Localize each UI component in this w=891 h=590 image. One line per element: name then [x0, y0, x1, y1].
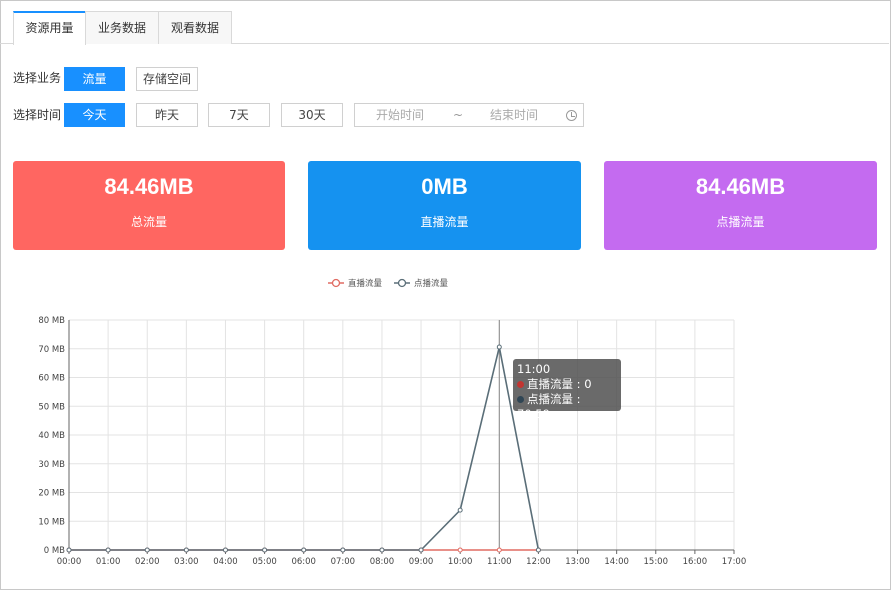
y-tick-label: 40 MB: [38, 431, 65, 441]
start-time-input[interactable]: 开始时间: [376, 104, 424, 126]
data-point: [496, 344, 502, 350]
x-tick-label: 01:00: [96, 557, 121, 567]
y-tick-label: 30 MB: [38, 460, 65, 470]
service-traffic-button[interactable]: 流量: [64, 67, 125, 91]
chart-tooltip: 11:00 直播流量 : 0 点播流量 : 70.59: [513, 359, 621, 421]
data-point: [301, 547, 307, 553]
y-tick-label: 70 MB: [38, 345, 65, 355]
data-point: [66, 547, 72, 553]
time-label: 选择时间: [13, 108, 62, 122]
x-tick-label: 00:00: [57, 557, 82, 567]
x-tick-label: 09:00: [409, 557, 434, 567]
tab-viewing-data[interactable]: 观看数据: [158, 11, 232, 44]
tooltip-row-vod: 点播流量 : 70.59: [517, 392, 581, 421]
x-tick-label: 02:00: [135, 557, 160, 567]
data-point: [535, 547, 541, 553]
legend-marker: [331, 278, 341, 288]
live-traffic-card: 0MB 直播流量: [308, 161, 581, 250]
service-label: 选择业务: [13, 71, 62, 85]
x-tick-label: 17:00: [722, 557, 747, 567]
data-point: [340, 547, 346, 553]
tooltip-live-value: 0: [584, 377, 592, 391]
x-tick-label: 11:00: [487, 557, 512, 567]
date-range-picker[interactable]: 开始时间 ~ 结束时间: [354, 103, 584, 127]
range-separator: ~: [453, 108, 464, 122]
y-tick-label: 20 MB: [38, 489, 65, 499]
data-point: [183, 547, 189, 553]
tooltip-title: 11:00: [517, 362, 551, 376]
total-traffic-value: 84.46MB: [104, 174, 194, 199]
y-tick-label: 80 MB: [38, 316, 65, 326]
time-7days-button[interactable]: 7天: [208, 103, 270, 127]
x-tick-label: 04:00: [213, 557, 238, 567]
data-point: [105, 547, 111, 553]
x-tick-label: 06:00: [291, 557, 316, 567]
total-traffic-card: 84.46MB 总流量: [13, 161, 285, 250]
vod-traffic-label: 点播流量: [716, 215, 765, 229]
data-point: [457, 507, 463, 513]
time-yesterday-button[interactable]: 昨天: [136, 103, 198, 127]
time-30days-button[interactable]: 30天: [281, 103, 343, 127]
legend-marker: [397, 278, 407, 288]
tooltip-vod-value: 70.59: [517, 407, 550, 421]
tab-bar: 资源用量 业务数据 观看数据: [0, 11, 889, 45]
data-point: [262, 547, 268, 553]
vod-traffic-card: 84.46MB 点播流量: [604, 161, 877, 250]
tooltip-dot-live: [517, 381, 524, 388]
data-point: [379, 547, 385, 553]
live-traffic-label: 直播流量: [420, 215, 469, 229]
end-time-input[interactable]: 结束时间: [490, 104, 538, 126]
x-tick-label: 16:00: [683, 557, 708, 567]
y-tick-label: 0 MB: [44, 546, 65, 556]
x-tick-label: 08:00: [370, 557, 395, 567]
x-tick-label: 15:00: [644, 557, 669, 567]
data-point: [457, 547, 463, 553]
data-point: [418, 547, 424, 553]
tab-business-data[interactable]: 业务数据: [85, 11, 159, 44]
x-tick-label: 03:00: [174, 557, 199, 567]
vod-traffic-value: 84.46MB: [695, 174, 786, 199]
tooltip-dot-vod: [517, 396, 524, 403]
total-traffic-label: 总流量: [130, 215, 167, 229]
legend-label: 直播流量: [348, 278, 383, 289]
time-today-button[interactable]: 今天: [64, 103, 125, 127]
live-traffic-value: 0MB: [421, 174, 468, 199]
x-tick-label: 12:00: [526, 557, 551, 567]
y-tick-label: 50 MB: [38, 402, 65, 412]
data-point: [222, 547, 228, 553]
tab-resource-usage[interactable]: 资源用量: [13, 11, 86, 45]
tooltip-row-live: 直播流量 : 0: [517, 377, 617, 392]
clock-icon: [566, 110, 577, 121]
x-tick-label: 07:00: [331, 557, 356, 567]
x-tick-label: 10:00: [448, 557, 473, 567]
legend-label: 点播流量: [414, 278, 449, 289]
x-tick-label: 14:00: [604, 557, 629, 567]
x-tick-label: 05:00: [252, 557, 277, 567]
tooltip-vod-name: 点播流量: [527, 392, 573, 406]
tooltip-live-name: 直播流量: [527, 377, 573, 391]
traffic-line-chart: 0 MB 10 MB 20 MB 30 MB 40 MB 50 MB 60 MB 70 MB 8…: [38, 278, 747, 567]
y-tick-label: 60 MB: [38, 374, 65, 384]
service-storage-button[interactable]: 存储空间: [136, 67, 198, 91]
y-tick-label: 10 MB: [38, 517, 65, 527]
data-point: [496, 547, 502, 553]
x-tick-label: 13:00: [565, 557, 590, 567]
data-point: [144, 547, 150, 553]
